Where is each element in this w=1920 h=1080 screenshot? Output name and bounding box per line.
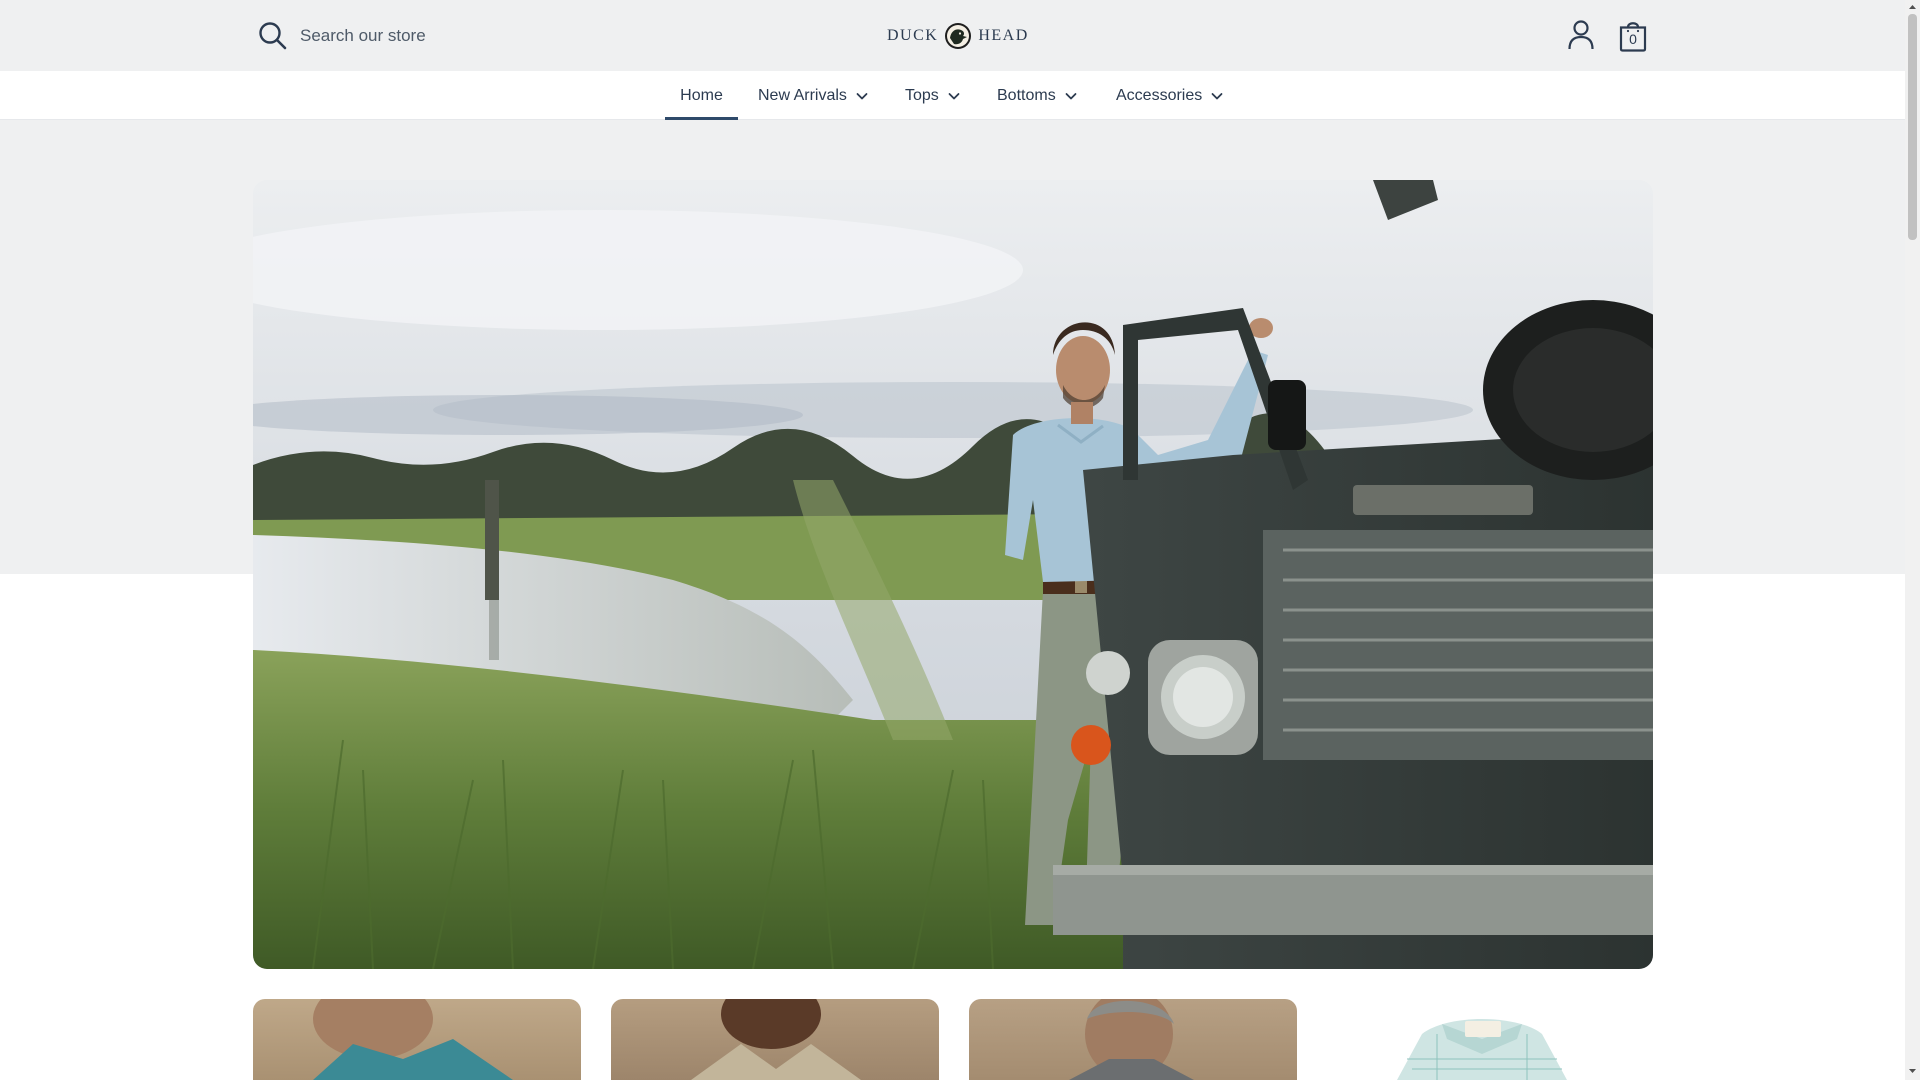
cart-count-badge: 0 [1629,31,1637,47]
scroll-up-arrow-icon[interactable] [1905,0,1920,14]
cart-button[interactable]: 0 [1617,18,1649,52]
user-icon [1568,20,1594,50]
nav-item-label: Bottoms [997,86,1056,104]
nav-item-bottoms[interactable]: Bottoms [997,71,1078,120]
nav-item-home[interactable]: Home [665,71,738,120]
brand-name-right: HEAD [978,27,1029,44]
product-card[interactable] [969,999,1297,1080]
product-image [1397,1019,1567,1080]
product-image [313,999,513,1080]
product-card[interactable] [1327,999,1655,1080]
chevron-down-icon [1211,92,1223,99]
nav-item-label: Tops [905,86,939,104]
page: DUCK HEAD 0 [0,0,1905,1080]
nav-item-label: Home [680,86,723,104]
hero-banner[interactable] [253,180,1653,969]
product-card[interactable] [611,999,939,1080]
chevron-down-icon [948,92,960,99]
scroll-down-arrow-icon[interactable] [1905,1064,1920,1078]
search-bar[interactable] [257,16,560,56]
product-card[interactable] [253,999,581,1080]
site-header: DUCK HEAD 0 [0,0,1905,71]
duck-head-logo-icon [945,23,972,49]
nav-item-tops[interactable]: Tops [905,71,961,120]
scrollbar-thumb[interactable] [1908,14,1917,240]
account-button[interactable] [1566,18,1596,52]
nav-item-new-arrivals[interactable]: New Arrivals [758,71,869,120]
chevron-down-icon [1065,92,1077,99]
main-navigation: Home New Arrivals Tops Bottoms Accessori… [0,71,1905,120]
hero-image [253,180,1653,969]
nav-item-accessories[interactable]: Accessories [1116,71,1224,120]
page-scrollbar[interactable] [1905,0,1920,1080]
nav-item-label: Accessories [1116,86,1203,104]
search-icon[interactable] [257,20,289,52]
product-image [1069,999,1194,1080]
nav-item-label: New Arrivals [758,86,847,104]
brand-logo[interactable]: DUCK HEAD [887,20,1029,52]
product-image [691,999,861,1080]
brand-name-left: DUCK [887,27,939,44]
search-input[interactable] [300,26,560,46]
chevron-down-icon [856,92,868,99]
